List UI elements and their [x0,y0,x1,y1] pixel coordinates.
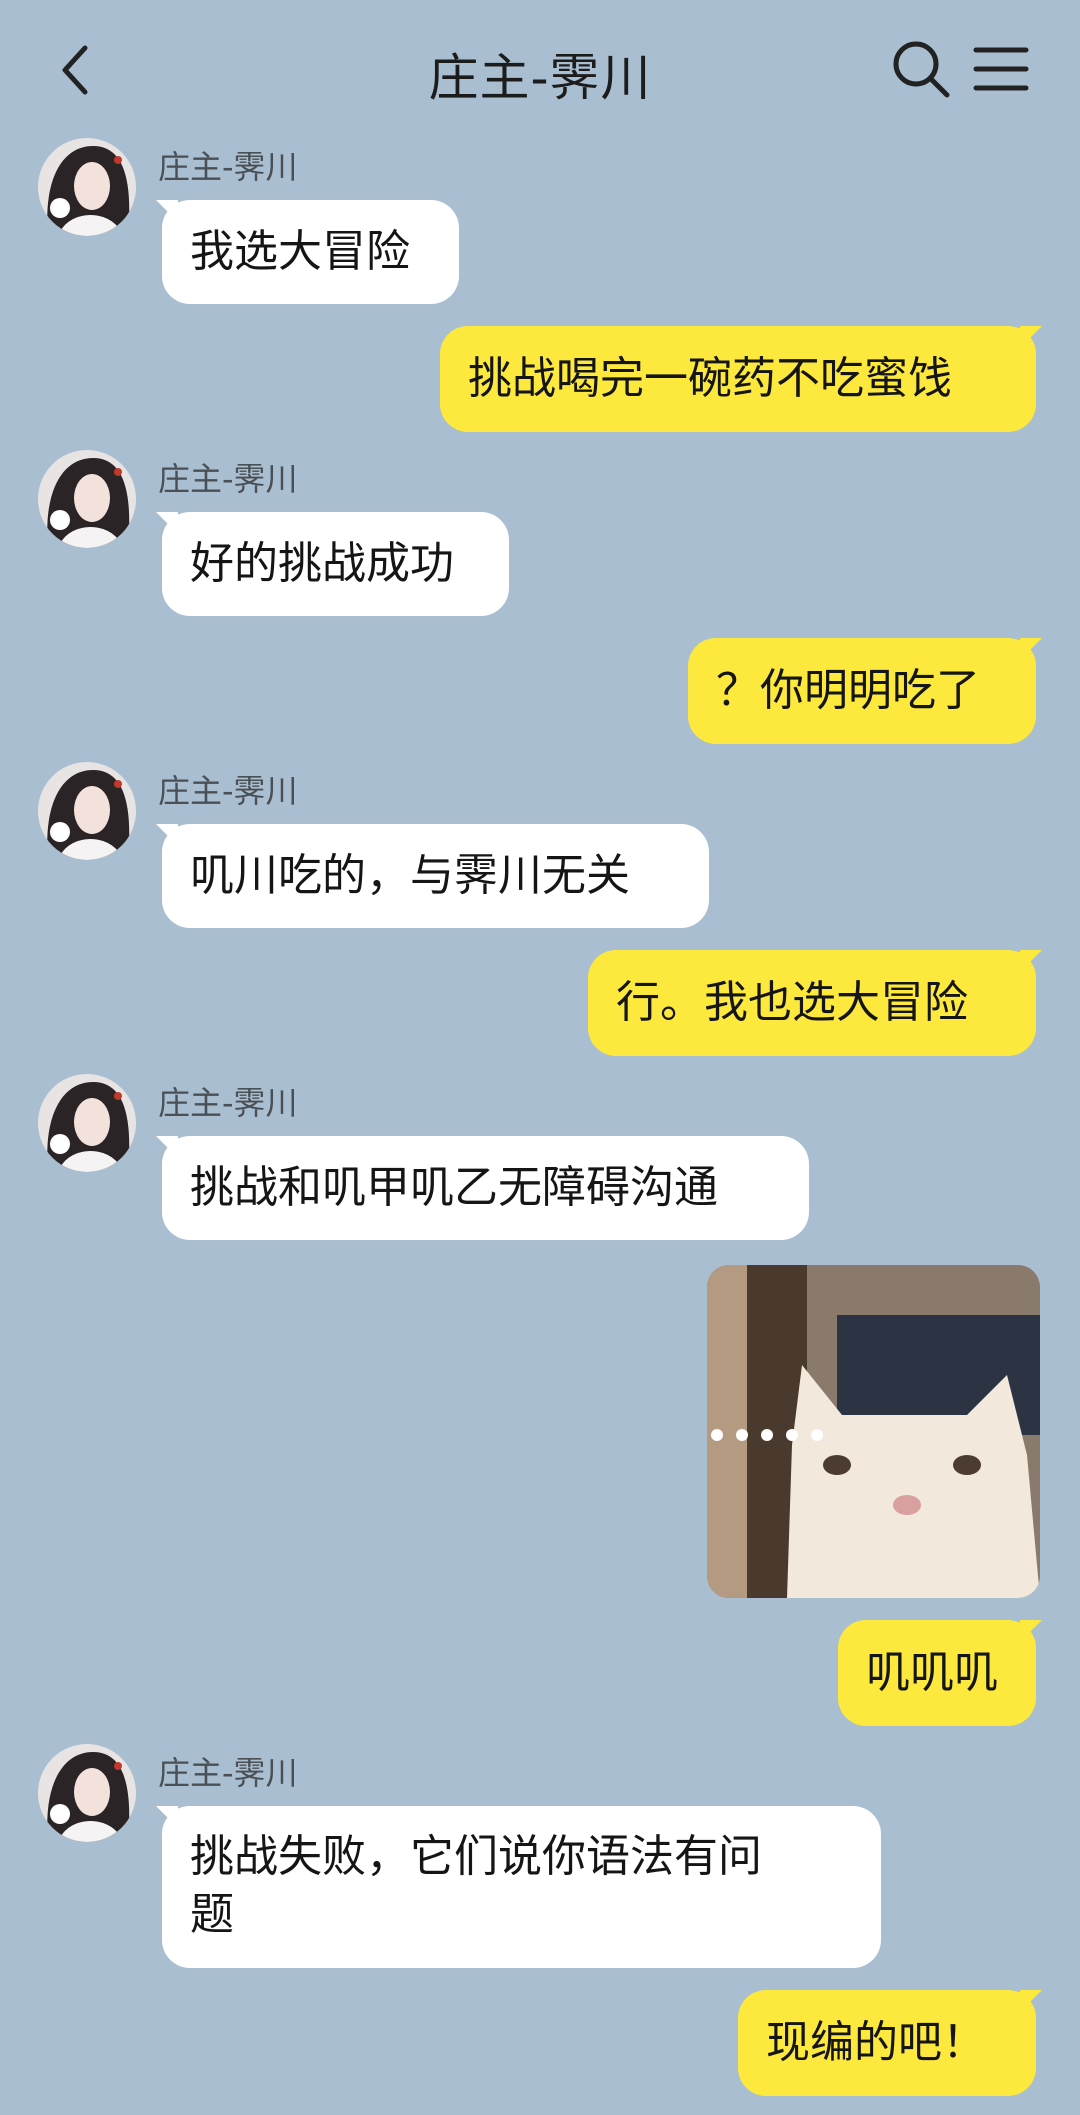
sender-name: 庄主-霁川 [158,1084,298,1122]
sender-name: 庄主-霁川 [158,1754,298,1792]
sender-name: 庄主-霁川 [158,772,298,810]
avatar[interactable] [38,1744,136,1842]
outgoing-message-bubble[interactable]: 行。我也选大冒险 [588,950,1036,1056]
avatar-image [38,1744,136,1842]
avatar-image [38,450,136,548]
cat-sticker-graphic [707,1265,1040,1598]
cat-sticker-image[interactable] [707,1265,1040,1598]
sender-name: 庄主-霁川 [158,148,298,186]
menu-icon [973,47,1029,91]
search-button[interactable] [890,38,952,100]
avatar[interactable] [38,762,136,860]
avatar[interactable] [38,1074,136,1172]
menu-button[interactable] [972,42,1030,96]
search-icon [893,41,950,98]
avatar-image [38,1074,136,1172]
sender-name: 庄主-霁川 [158,460,298,498]
outgoing-message-bubble[interactable]: 现编的吧！ [738,1990,1036,2096]
outgoing-message-bubble[interactable]: 挑战喝完一碗药不吃蜜饯 [440,326,1036,432]
incoming-message-bubble[interactable]: 我选大冒险 [162,200,459,304]
incoming-message-bubble[interactable]: 好的挑战成功 [162,512,509,616]
avatar[interactable] [38,138,136,236]
incoming-message-bubble[interactable]: 挑战和叽甲叽乙无障碍沟通 [162,1136,809,1240]
outgoing-message-bubble[interactable]: 叽叽叽 [838,1620,1036,1726]
outgoing-message-bubble[interactable]: ？你明明吃了 [688,638,1036,744]
avatar-image [38,138,136,236]
incoming-message-bubble[interactable]: 叽川吃的，与霁川无关 [162,824,709,928]
avatar-image [38,762,136,860]
avatar[interactable] [38,450,136,548]
chat-header: 庄主-霁川 [0,0,1080,130]
incoming-message-bubble[interactable]: 挑战失败，它们说你语法有问 题 [162,1806,881,1968]
